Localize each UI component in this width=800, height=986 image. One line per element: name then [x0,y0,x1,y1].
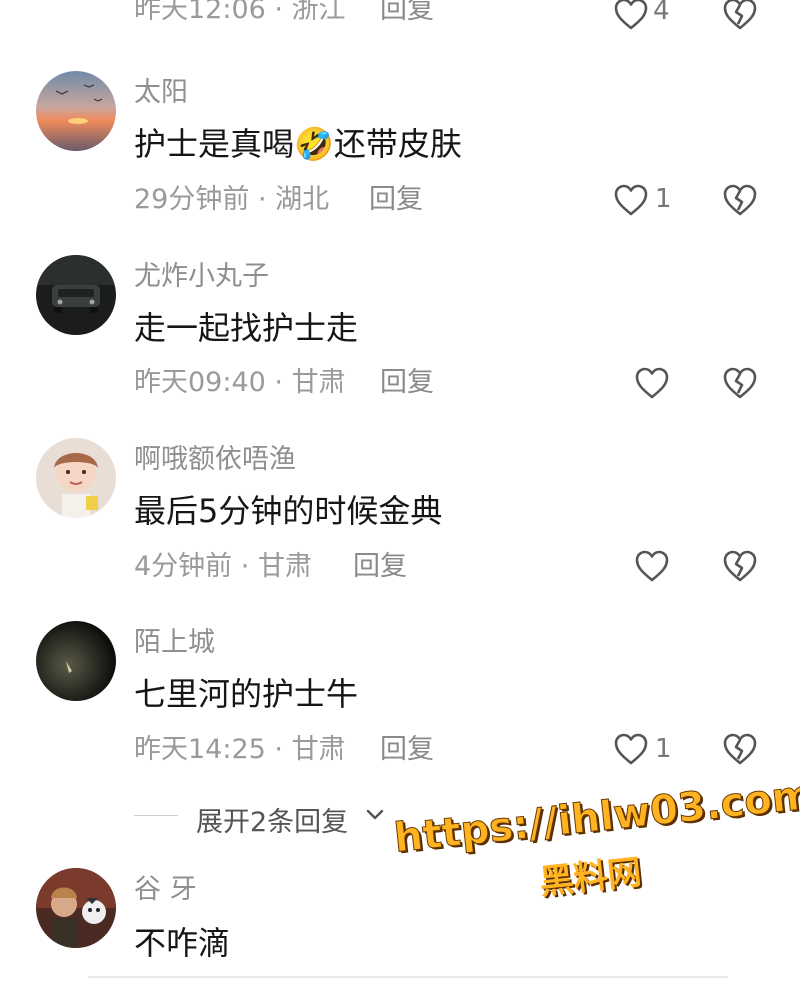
comment-text: 走一起找护士走 [134,309,359,347]
username[interactable]: 啊哦额依唔渔 [134,446,296,473]
comment-location: 甘肃 [291,367,346,398]
reply-button[interactable]: 回复 [353,553,407,580]
avatar[interactable] [36,621,116,701]
watermark-name: 黑料网 [537,852,644,903]
dislike-button[interactable] [722,549,758,583]
username[interactable]: 尤炸小丸子 [134,263,269,290]
chevron-down-icon [364,804,386,826]
meta-separator: · [265,367,292,398]
like-button[interactable] [634,366,670,400]
meta-separator: · [265,0,292,25]
avatar[interactable] [36,71,116,151]
comment-text: 护士是真喝🤣还带皮肤 [134,125,462,163]
avatar[interactable] [36,255,116,335]
comment-location: 甘肃 [291,734,346,765]
heart-outline-icon [614,733,648,765]
heart-outline-icon [614,184,648,216]
like-count: 4 [653,0,670,26]
broken-heart-icon [723,367,757,399]
comment-meta: 昨天14:25 · 甘肃 [134,736,346,763]
comment-text: 不咋滴 [134,924,231,962]
like-button[interactable] [634,549,670,583]
broken-heart-icon [723,184,757,216]
reply-button[interactable]: 回复 [380,369,434,396]
watermark: https://ihlw03.com 黑料网 [391,771,800,935]
comment-location: 甘肃 [257,551,312,582]
comment-meta: 昨天12:06 · 浙江 [134,0,346,23]
meta-separator: · [232,551,258,582]
expand-replies-label: 展开2条回复 [196,807,349,838]
reply-button[interactable]: 回复 [369,186,423,213]
comment-time: 4分钟前 [134,551,233,582]
reply-button[interactable]: 回复 [380,736,434,763]
next-comment-edge [88,976,728,986]
comment-time: 昨天14:25 [134,734,266,765]
heart-outline-icon [635,367,669,399]
heart-outline-icon [635,550,669,582]
heart-outline-icon [614,0,648,30]
meta-separator: · [265,734,292,765]
like-count: 1 [655,184,672,214]
comment-meta: 29分钟前 · 湖北 [134,186,329,213]
dislike-button[interactable] [722,732,758,766]
comment-meta: 昨天09:40 · 甘肃 [134,369,346,396]
like-count: 1 [655,734,672,764]
comment-text: 最后5分钟的时候金典 [134,492,443,530]
reply-button[interactable]: 回复 [380,0,434,23]
comment-meta: 4分钟前 · 甘肃 [134,553,312,580]
broken-heart-icon [723,0,757,30]
comment-text: 七里河的护士牛 [134,675,359,713]
like-button[interactable] [613,183,649,217]
comment-time: 29分钟前 [134,184,250,215]
comment-location: 浙江 [291,0,346,25]
comment-time: 昨天09:40 [134,367,266,398]
like-button[interactable] [613,0,649,31]
username[interactable]: 陌上城 [134,629,215,656]
dislike-button[interactable] [722,0,758,31]
broken-heart-icon [723,550,757,582]
comment-location: 湖北 [275,184,330,215]
dislike-button[interactable] [722,366,758,400]
dislike-button[interactable] [722,183,758,217]
comment-time: 昨天12:06 [134,0,266,25]
username[interactable]: 太阳 [134,79,188,106]
broken-heart-icon [723,733,757,765]
meta-separator: · [249,184,276,215]
username[interactable]: 谷 牙 [134,876,197,903]
like-button[interactable] [613,732,649,766]
divider [134,815,178,816]
avatar[interactable] [36,868,116,948]
avatar[interactable] [36,438,116,518]
